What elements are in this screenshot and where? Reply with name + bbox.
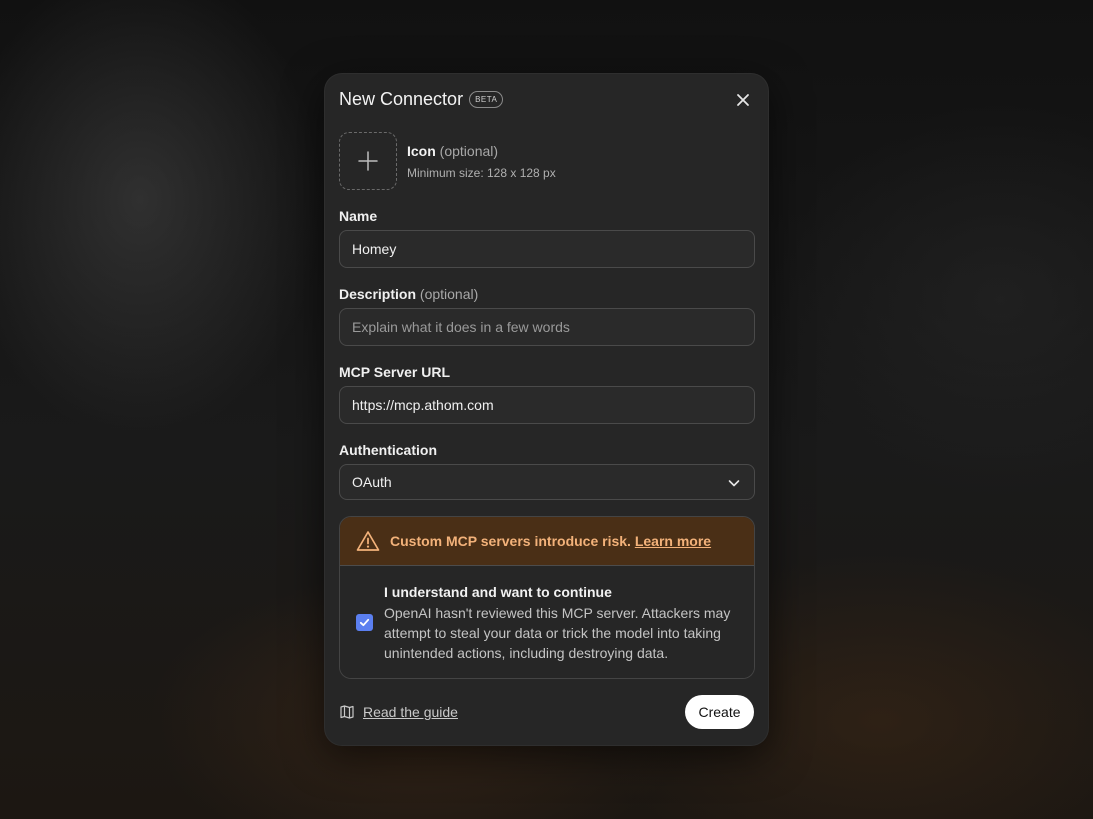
beta-badge: BETA xyxy=(469,91,504,108)
description-optional-text: (optional) xyxy=(419,286,479,302)
acknowledge-body: OpenAI hasn't reviewed this MCP server. … xyxy=(384,605,731,661)
description-label: Description (optional) xyxy=(339,286,478,302)
acknowledge-title: I understand and want to continue xyxy=(384,584,612,600)
authentication-select[interactable]: OAuth xyxy=(339,464,755,500)
acknowledge-checkbox[interactable] xyxy=(356,614,373,631)
read-guide-label: Read the guide xyxy=(363,704,458,720)
icon-label-text: Icon xyxy=(407,143,436,159)
risk-warning-text: Custom MCP servers introduce risk. Learn… xyxy=(390,533,711,549)
learn-more-link[interactable]: Learn more xyxy=(635,533,711,549)
close-icon xyxy=(737,94,749,106)
risk-warning-message: Custom MCP servers introduce risk. xyxy=(390,533,631,549)
new-connector-dialog: New Connector BETA Icon (optional) Minim… xyxy=(324,73,769,746)
authentication-selected-value: OAuth xyxy=(352,474,392,490)
server-url-input[interactable] xyxy=(339,386,755,424)
warning-triangle-icon xyxy=(356,531,380,551)
close-button[interactable] xyxy=(735,92,751,108)
book-icon xyxy=(340,705,354,719)
icon-optional-text: (optional) xyxy=(439,143,499,159)
chevron-down-icon xyxy=(728,480,740,487)
icon-label: Icon (optional) xyxy=(407,143,498,159)
description-label-text: Description xyxy=(339,286,417,302)
icon-size-hint: Minimum size: 128 x 128 px xyxy=(407,166,556,180)
name-input[interactable] xyxy=(339,230,755,268)
icon-upload-button[interactable] xyxy=(339,132,397,190)
read-guide-link[interactable]: Read the guide xyxy=(339,704,458,720)
dialog-header: New Connector BETA xyxy=(339,89,504,110)
create-button[interactable]: Create xyxy=(685,695,754,729)
risk-warning-panel: Custom MCP servers introduce risk. Learn… xyxy=(339,516,755,679)
name-label: Name xyxy=(339,208,378,224)
acknowledge-section: I understand and want to continue OpenAI… xyxy=(340,566,754,678)
server-url-label: MCP Server URL xyxy=(339,364,451,380)
plus-icon xyxy=(358,151,378,171)
checkmark-icon xyxy=(359,618,370,627)
authentication-label: Authentication xyxy=(339,442,437,458)
risk-warning-header: Custom MCP servers introduce risk. Learn… xyxy=(340,517,754,566)
dialog-title: New Connector xyxy=(339,89,464,109)
description-input[interactable] xyxy=(339,308,755,346)
